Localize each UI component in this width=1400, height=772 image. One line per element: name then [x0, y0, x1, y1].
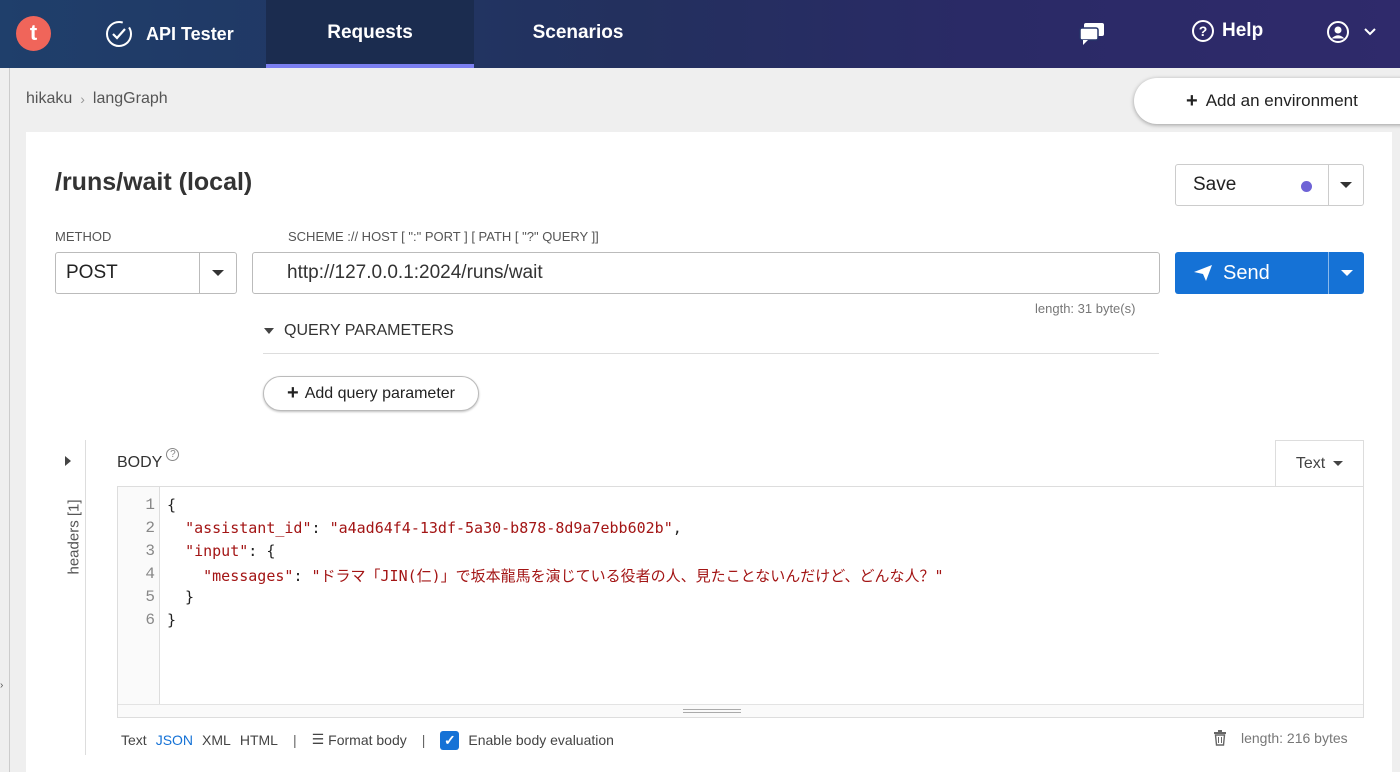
query-parameters-toggle[interactable]: QUERY PARAMETERS: [264, 322, 454, 340]
user-icon: [1327, 21, 1349, 43]
headers-panel: [26, 440, 86, 755]
breadcrumb: hikaku › langGraph: [26, 90, 168, 108]
code-line: "messages": "ドラマ「JIN(仁)」で坂本龍馬を演じている役者の人、…: [203, 567, 944, 585]
body-footer: Text JSON XML HTML | ☰ Format body | ✓ E…: [121, 730, 614, 750]
api-tester-icon: [106, 21, 132, 47]
chevron-down-icon: [1333, 461, 1344, 466]
method-value: POST: [66, 262, 118, 283]
query-parameters-label: QUERY PARAMETERS: [284, 322, 454, 339]
help-icon[interactable]: ?: [166, 448, 180, 461]
method-dropdown[interactable]: [199, 253, 236, 293]
top-navbar: t API Tester Requests Scenarios ? Help: [0, 0, 1400, 68]
brand-label: API Tester: [146, 23, 234, 44]
line-number: 1: [145, 496, 155, 514]
chat-icon[interactable]: [1078, 22, 1106, 46]
json-key: "input": [185, 542, 249, 560]
format-icon: ☰: [311, 732, 325, 748]
add-query-parameter-button[interactable]: + Add query parameter: [263, 376, 479, 411]
enable-evaluation-checkbox[interactable]: ✓: [440, 730, 460, 750]
caret-down-icon: [264, 328, 274, 334]
grip-icon: [683, 709, 741, 713]
body-length: length: 216 bytes: [1213, 730, 1348, 746]
send-options-dropdown[interactable]: [1328, 252, 1364, 294]
code-line: {: [167, 496, 177, 514]
code-line: }: [167, 611, 177, 629]
code-line: }: [167, 588, 195, 606]
body-label-text: BODY: [117, 454, 163, 471]
user-menu[interactable]: [1326, 20, 1376, 44]
add-environment-label: Add an environment: [1205, 91, 1358, 110]
send-button-group: Send: [1175, 252, 1364, 294]
chevron-down-icon: [1340, 270, 1353, 276]
format-text[interactable]: Text: [121, 732, 147, 748]
left-strip: [0, 68, 10, 772]
add-query-parameter-label: Add query parameter: [304, 384, 455, 402]
chevron-down-icon: [1364, 28, 1376, 36]
send-label: Send: [1223, 261, 1270, 284]
json-value: "a4ad64f4-13df-5a30-b878-8d9a7ebb602b": [329, 519, 673, 537]
method-select[interactable]: POST: [55, 252, 237, 294]
help-button[interactable]: ? Help: [1192, 20, 1263, 42]
plus-icon: +: [1186, 89, 1198, 112]
plus-icon: +: [287, 382, 299, 404]
body-type-value: Text: [1295, 454, 1326, 472]
json-key: "assistant_id": [185, 519, 312, 537]
json-value: "ドラマ「JIN(仁)」で坂本龍馬を演じている役者の人、見たことないんだけど、ど…: [311, 567, 944, 585]
body-length-label: length: 216 bytes: [1241, 730, 1348, 746]
save-button[interactable]: Save: [1176, 165, 1328, 205]
expand-headers-icon[interactable]: [65, 456, 71, 466]
save-label: Save: [1193, 174, 1237, 195]
help-icon: ?: [1192, 20, 1214, 42]
body-label: BODY ?: [117, 448, 180, 472]
breadcrumb-separator: ›: [80, 91, 85, 107]
format-json[interactable]: JSON: [156, 732, 193, 748]
code-line: "assistant_id": "a4ad64f4-13df-5a30-b878…: [185, 519, 682, 537]
breadcrumb-project[interactable]: hikaku: [26, 90, 72, 108]
brand[interactable]: API Tester: [104, 18, 234, 50]
format-body-label: Format body: [328, 732, 407, 748]
method-label: METHOD: [55, 229, 112, 244]
chevron-down-icon: [212, 270, 224, 276]
add-environment-button[interactable]: + Add an environment: [1134, 78, 1400, 124]
divider: [263, 353, 1159, 354]
headers-tab[interactable]: headers [1]: [66, 499, 83, 574]
unsaved-indicator: [1301, 181, 1312, 192]
save-button-group: Save: [1175, 164, 1364, 206]
editor-resize-handle[interactable]: [118, 704, 1363, 717]
url-input[interactable]: [252, 252, 1160, 294]
breadcrumb-service[interactable]: langGraph: [93, 90, 168, 108]
code-line: "input": {: [185, 542, 276, 560]
format-body-button[interactable]: ☰ Format body: [312, 732, 407, 748]
help-label: Help: [1222, 20, 1264, 41]
save-options-dropdown[interactable]: [1328, 165, 1363, 205]
send-button[interactable]: Send: [1175, 252, 1328, 294]
line-gutter: 1 2 3 4 5 6: [118, 487, 160, 704]
format-xml[interactable]: XML: [202, 732, 231, 748]
separator: |: [292, 732, 297, 748]
format-html[interactable]: HTML: [240, 732, 278, 748]
app-logo[interactable]: t: [16, 16, 51, 51]
chevron-down-icon: [1340, 182, 1352, 188]
enable-evaluation-label: Enable body evaluation: [468, 732, 614, 748]
trash-icon[interactable]: [1213, 730, 1227, 746]
line-number: 5: [145, 588, 155, 606]
url-length: length: 31 byte(s): [1035, 301, 1136, 316]
url-label: SCHEME :// HOST [ ":" PORT ] [ PATH [ "?…: [288, 229, 599, 244]
json-key: "messages": [203, 567, 294, 585]
tab-scenarios[interactable]: Scenarios: [474, 0, 682, 68]
line-number: 6: [145, 611, 155, 629]
line-number: 2: [145, 519, 155, 537]
body-type-select[interactable]: Text: [1275, 440, 1364, 486]
tab-requests[interactable]: Requests: [266, 0, 474, 68]
request-title: /runs/wait (local): [55, 168, 253, 196]
send-icon: [1194, 265, 1212, 281]
body-editor[interactable]: 1 2 3 4 5 6 { "assistant_id": "a4ad64f4-…: [117, 486, 1364, 718]
line-number: 4: [145, 565, 155, 583]
separator: |: [421, 732, 426, 748]
expand-sidebar-icon[interactable]: ›: [0, 680, 3, 691]
line-number: 3: [145, 542, 155, 560]
